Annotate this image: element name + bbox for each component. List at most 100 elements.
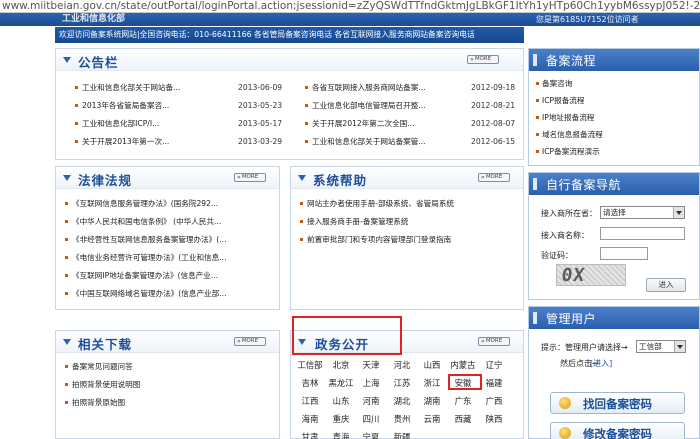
change-password-label: 修改备案密码 bbox=[583, 427, 652, 439]
captcha-input[interactable] bbox=[600, 247, 648, 260]
triangle-icon bbox=[63, 339, 71, 345]
list-item[interactable]: ICP备案流程演示 bbox=[535, 143, 603, 160]
region-link[interactable]: 浙江 bbox=[418, 375, 446, 391]
process-title: 备案流程 bbox=[546, 54, 597, 68]
announcement-panel: 公告栏 MORE 工业和信息化部关于网站备... 2013年各省管局备案咨...… bbox=[55, 48, 524, 160]
triangle-icon bbox=[63, 57, 71, 63]
list-item[interactable]: 拍照背景使用说明图 bbox=[64, 376, 274, 394]
manager-title: 管理用户 bbox=[546, 312, 597, 326]
region-link[interactable]: 陕西 bbox=[480, 411, 508, 427]
list-item[interactable]: 《中国互联网络域名管理办法》(信息产业部... bbox=[64, 285, 274, 303]
region-link[interactable]: 云南 bbox=[418, 411, 446, 427]
region-link[interactable]: 西藏 bbox=[449, 411, 477, 427]
region-link[interactable]: 广西 bbox=[480, 393, 508, 409]
region-link[interactable]: 广东 bbox=[449, 393, 477, 409]
list-item[interactable]: 域名信息报备流程 bbox=[535, 126, 603, 143]
list-item[interactable]: 网站主办者使用手册-部级系统、省管局系统 bbox=[299, 195, 519, 213]
list-item[interactable]: 备案常见问题问答 bbox=[64, 358, 274, 376]
laws-title: 法律法规 bbox=[78, 173, 133, 188]
chevron-down-icon[interactable] bbox=[673, 207, 684, 218]
list-item[interactable]: 《电信业务经营许可管理办法》(工业和信息... bbox=[64, 249, 274, 267]
list-item[interactable]: 工业和信息化部关于网站备... bbox=[74, 79, 234, 97]
list-item[interactable]: ICP报备流程 bbox=[535, 92, 603, 109]
laws-more-button[interactable]: MORE bbox=[234, 173, 266, 182]
region-link[interactable]: 湖北 bbox=[388, 393, 416, 409]
announcement-title: 公告栏 bbox=[78, 55, 119, 70]
list-item[interactable]: 工业和信息化部关于网站备案管... bbox=[304, 133, 459, 151]
list-item[interactable]: 工业信息化部电信管理局召开整... bbox=[304, 97, 459, 115]
region-link[interactable]: 工信部 bbox=[296, 357, 324, 373]
manager-select[interactable]: 工信部 bbox=[636, 340, 686, 353]
announcement-list-right: 各省互联网接入服务商网站备案... 工业信息化部电信管理局召开整... 关于开展… bbox=[304, 79, 459, 151]
region-link[interactable]: 江苏 bbox=[388, 375, 416, 391]
list-item[interactable]: 工业和信息化部ICP/I... bbox=[74, 115, 234, 133]
address-bar[interactable]: www.miitbeian.gov.cn/state/outPortal/log… bbox=[0, 0, 700, 13]
list-item[interactable]: IP地址报备流程 bbox=[535, 109, 603, 126]
help-list: 网站主办者使用手册-部级系统、省管局系统 接入服务商手册-备案管理系统 前置审批… bbox=[299, 195, 519, 249]
region-link[interactable]: 青海 bbox=[327, 429, 355, 439]
lock-icon bbox=[559, 397, 571, 409]
help-more-button[interactable]: MORE bbox=[478, 173, 510, 182]
list-item[interactable]: 各省互联网接入服务商网站备案... bbox=[304, 79, 459, 97]
province-select-value: 请选择 bbox=[603, 208, 626, 217]
region-link[interactable]: 宁夏 bbox=[357, 429, 385, 439]
captcha-label: 验证码： bbox=[541, 251, 573, 260]
header-bar-icon bbox=[533, 178, 537, 190]
chevron-down-icon[interactable] bbox=[674, 341, 685, 352]
list-item[interactable]: 接入服务商手册-备案管理系统 bbox=[299, 213, 519, 231]
region-link[interactable]: 甘肃 bbox=[296, 429, 324, 439]
list-item[interactable]: 拍照背景原始图 bbox=[64, 394, 274, 412]
date: 2013-05-23 bbox=[238, 101, 283, 110]
navigator-header: 自行备案导航 bbox=[529, 173, 699, 195]
region-link[interactable]: 贵州 bbox=[388, 411, 416, 427]
region-link[interactable]: 内蒙古 bbox=[449, 357, 477, 373]
list-item[interactable]: 关于开展2012年第二次全国... bbox=[304, 115, 459, 133]
laws-list: 《互联网信息服务管理办法》(国务院292... 《中华人民共和国电信条例》 (中… bbox=[64, 195, 274, 303]
welcome-strip: 欢迎访问备案系统网站|全国咨询电话：010-66411166 各省管局备案咨询电… bbox=[55, 27, 524, 43]
region-link[interactable]: 四川 bbox=[357, 411, 385, 427]
province-label: 接入商所在省： bbox=[541, 209, 597, 218]
region-link[interactable]: 海南 bbox=[296, 411, 324, 427]
process-header: 备案流程 bbox=[529, 49, 699, 71]
region-link[interactable]: 山东 bbox=[327, 393, 355, 409]
region-link[interactable]: 北京 bbox=[327, 357, 355, 373]
region-link[interactable]: 吉林 bbox=[296, 375, 324, 391]
announcement-more-button[interactable]: MORE bbox=[467, 55, 499, 64]
list-item[interactable]: 2013年各省管局备案咨... bbox=[74, 97, 234, 115]
manager-enter-link[interactable]: [进入] bbox=[590, 358, 612, 369]
date: 2013-06-09 bbox=[238, 83, 283, 92]
retrieve-password-button[interactable]: 找回备案密码 bbox=[550, 392, 685, 414]
laws-header: 法律法规 MORE bbox=[56, 167, 279, 189]
region-link[interactable]: 重庆 bbox=[327, 411, 355, 427]
region-link[interactable]: 上海 bbox=[357, 375, 385, 391]
isp-input[interactable] bbox=[600, 227, 685, 240]
change-password-button[interactable]: 修改备案密码 bbox=[550, 422, 685, 439]
highlight-cell-frame bbox=[448, 374, 482, 390]
downloads-more-button[interactable]: MORE bbox=[234, 337, 266, 346]
list-item[interactable]: 《中华人民共和国电信条例》 (中华人民共... bbox=[64, 213, 274, 231]
laws-panel: 法律法规 MORE 《互联网信息服务管理办法》(国务院292... 《中华人民共… bbox=[55, 166, 280, 310]
region-link[interactable]: 福建 bbox=[480, 375, 508, 391]
province-select[interactable]: 请选择 bbox=[600, 206, 685, 219]
list-item[interactable]: 前置审批部门和专项内容管理部门登录指南 bbox=[299, 231, 519, 249]
region-link[interactable]: 山西 bbox=[418, 357, 446, 373]
gov-more-button[interactable]: MORE bbox=[478, 337, 510, 346]
region-link[interactable]: 新疆 bbox=[388, 429, 416, 439]
region-link[interactable]: 河北 bbox=[388, 357, 416, 373]
manager-prompt: 提示：管理用户请选择→ bbox=[541, 343, 628, 352]
date: 2012-08-07 bbox=[471, 119, 516, 128]
region-link[interactable]: 河南 bbox=[357, 393, 385, 409]
region-link[interactable]: 辽宁 bbox=[480, 357, 508, 373]
enter-button[interactable]: 进入 bbox=[646, 278, 686, 292]
manager-panel: 管理用户 bbox=[528, 306, 700, 439]
visitor-counter: 您是第6185U7152位访问者 bbox=[536, 15, 639, 24]
region-link[interactable]: 湖南 bbox=[418, 393, 446, 409]
region-link[interactable]: 天津 bbox=[357, 357, 385, 373]
list-item[interactable]: 《互联网IP地址备案管理办法》(信息产业... bbox=[64, 267, 274, 285]
list-item[interactable]: 关于开展2013年第一次... bbox=[74, 133, 234, 151]
list-item[interactable]: 《互联网信息服务管理办法》(国务院292... bbox=[64, 195, 274, 213]
region-link[interactable]: 黑龙江 bbox=[327, 375, 355, 391]
list-item[interactable]: 备案咨询 bbox=[535, 75, 603, 92]
region-link[interactable]: 江西 bbox=[296, 393, 324, 409]
list-item[interactable]: 《非经营性互联网信息服务备案管理办法》(... bbox=[64, 231, 274, 249]
